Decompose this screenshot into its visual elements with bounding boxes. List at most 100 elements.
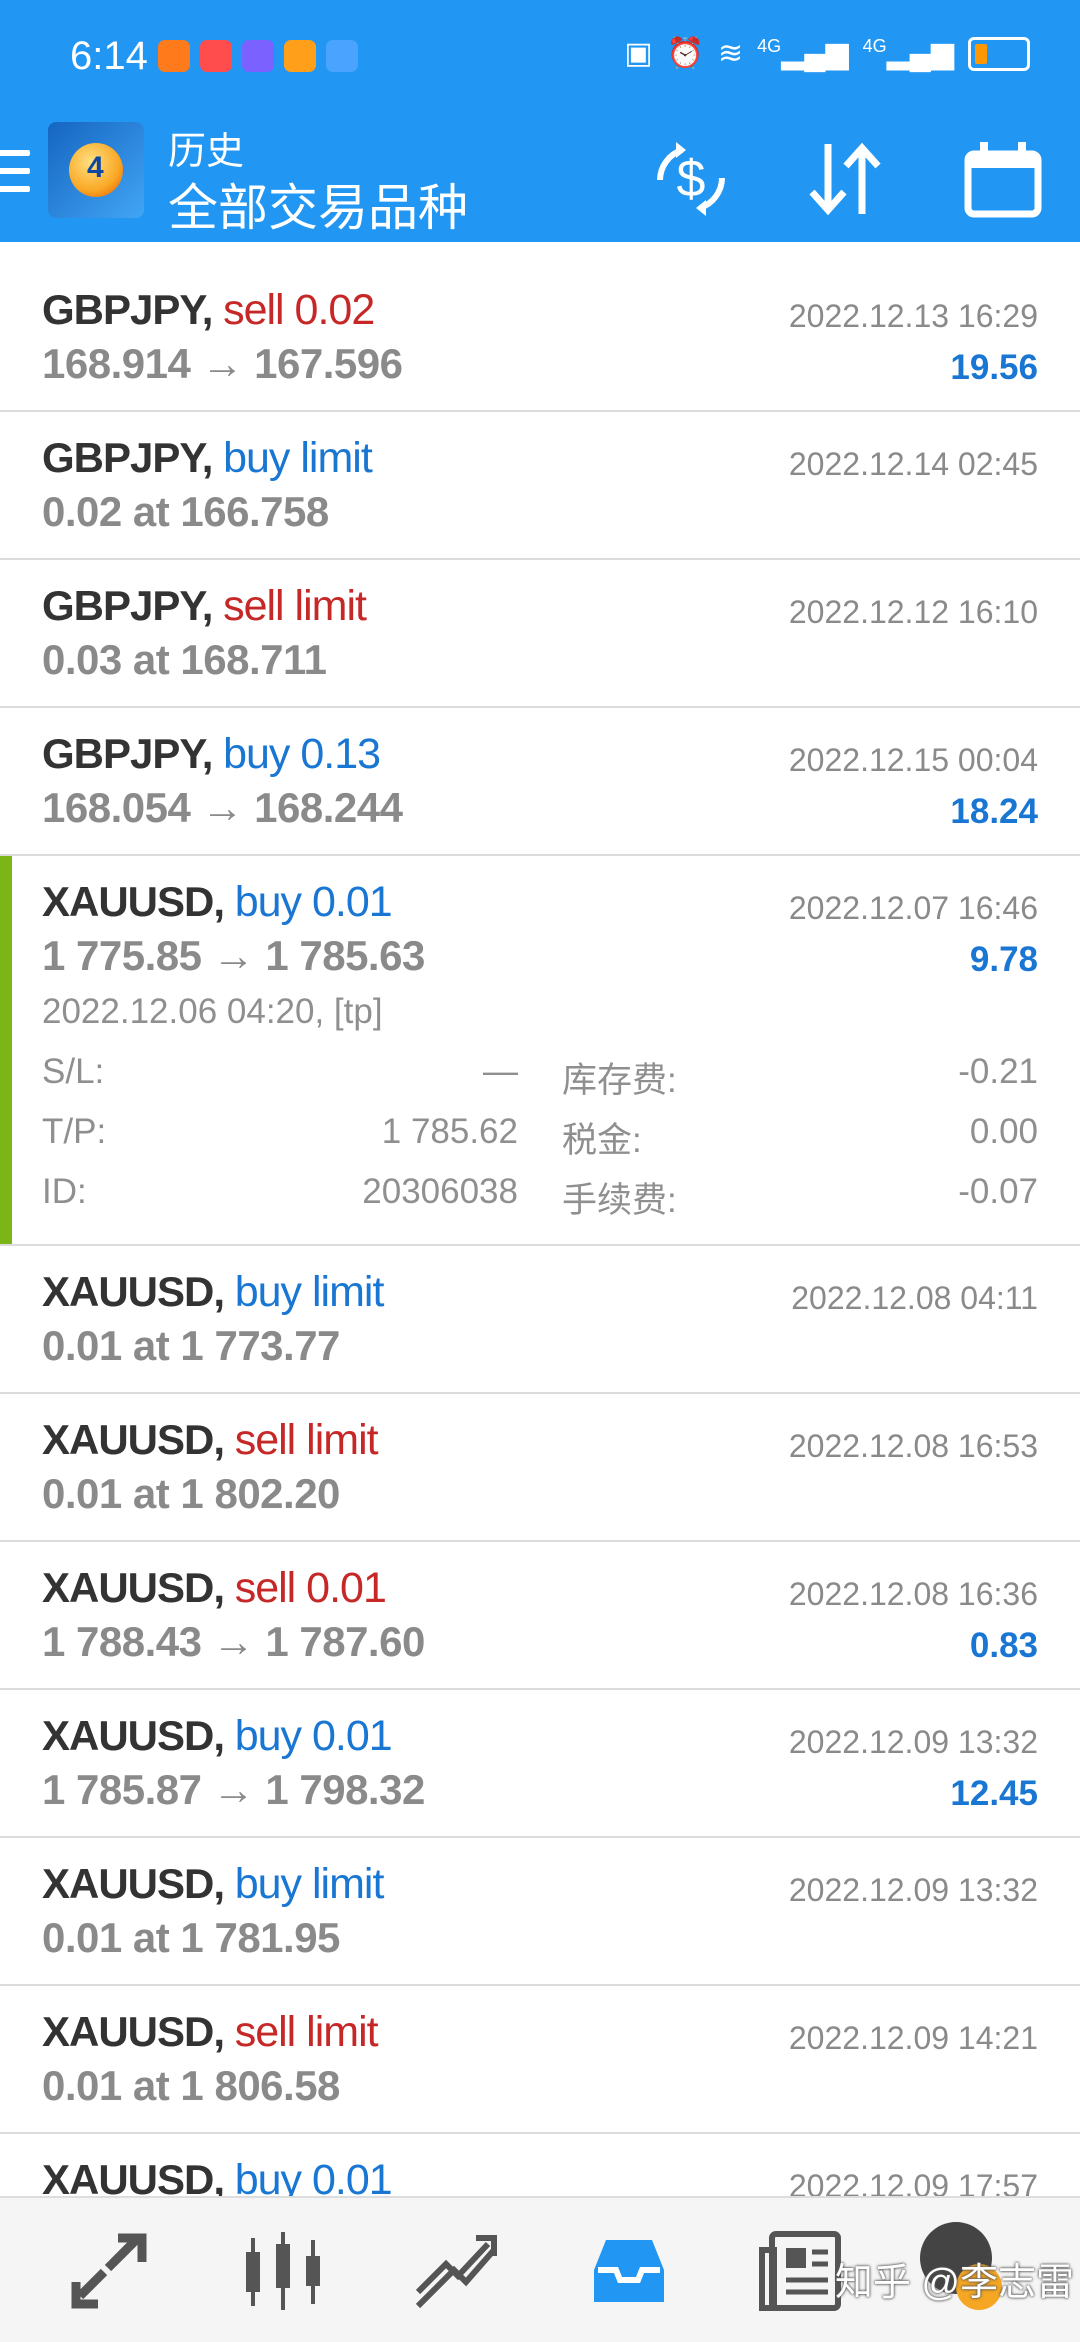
trade-profit: 19.56 [950, 348, 1038, 387]
trade-symbol: XAUUSD, [42, 1416, 225, 1463]
id-label: ID: [42, 1172, 87, 1211]
news-icon[interactable] [756, 2226, 846, 2316]
nfc-icon: ▣ [624, 37, 653, 70]
status-time: 6:14 [70, 34, 148, 78]
trade-row[interactable]: XAUUSD, buy 0.01 1 785.87 → 1 798.32 202… [0, 1690, 1080, 1838]
battery-icon [968, 36, 1030, 71]
notification-icons [158, 40, 358, 72]
trade-symbol: GBPJPY, [42, 286, 213, 333]
trade-row[interactable]: XAUUSD, buy limit 0.01 at 1 781.95 2022.… [0, 1838, 1080, 1986]
trade-side: buy limit [234, 1268, 385, 1316]
trade-price: 1 788.43 → 1 787.60 [42, 1618, 425, 1665]
trade-date: 2022.12.09 13:32 [788, 1872, 1038, 1908]
trade-price: 0.01 at 1 781.95 [42, 1914, 340, 1961]
sort-icon[interactable] [800, 134, 890, 224]
tp-label: T/P: [42, 1112, 107, 1151]
chart-icon[interactable] [238, 2226, 328, 2316]
trade-icon[interactable] [410, 2226, 500, 2316]
swap-value: -0.21 [958, 1052, 1038, 1091]
trade-profit: 12.45 [950, 1774, 1038, 1813]
trade-side: sell 0.01 [234, 1564, 387, 1612]
history-list: GBPJPY, sell 0.02 168.914 → 167.596 2022… [0, 264, 1080, 2282]
trade-row[interactable]: XAUUSD, sell 0.01 1 788.43 → 1 787.60 20… [0, 1542, 1080, 1690]
calendar-icon[interactable] [958, 134, 1048, 224]
trade-symbol: XAUUSD, [42, 1860, 225, 1907]
trade-date: 2022.12.08 16:53 [788, 1428, 1038, 1464]
trade-price: 1 785.87 → 1 798.32 [42, 1766, 425, 1813]
bottom-navigation: 知乎 @李志雷 [0, 2196, 1080, 2342]
trade-symbol: GBPJPY, [42, 582, 213, 629]
trade-side: sell 0.02 [223, 286, 375, 334]
app-notification-icon [158, 40, 190, 72]
music-notification-icon [242, 40, 274, 72]
status-bar: 6:14 ▣ ⏰ ≋ 4G▂▄▆ 4G▂▄▆ [0, 0, 1080, 120]
trade-date: 2022.12.13 16:29 [788, 298, 1038, 334]
symbol-filter[interactable]: 全部交易品种 [168, 168, 468, 240]
alarm-icon: ⏰ [666, 37, 705, 70]
trade-side: buy 0.01 [234, 1712, 393, 1760]
video-notification-icon [284, 40, 316, 72]
sl-value: — [483, 1052, 518, 1091]
trade-symbol: XAUUSD, [42, 2008, 225, 2055]
trade-price: 0.03 at 168.711 [42, 636, 327, 683]
trade-row[interactable]: XAUUSD, sell limit 0.01 at 1 802.20 2022… [0, 1394, 1080, 1542]
trade-date: 2022.12.12 16:10 [788, 594, 1038, 630]
trade-side: buy 0.01 [234, 878, 393, 926]
trade-side: buy limit [234, 1860, 385, 1908]
trade-row[interactable]: XAUUSD, buy limit 0.01 at 1 773.77 2022.… [0, 1246, 1080, 1394]
trade-side: buy 0.13 [223, 730, 381, 778]
tp-value: 1 785.62 [381, 1112, 518, 1151]
trade-side: sell limit [234, 2008, 379, 2056]
page-title: 历史 [168, 131, 245, 173]
trade-profit: 18.24 [950, 792, 1038, 831]
trade-row[interactable]: GBPJPY, buy limit 0.02 at 166.758 2022.1… [0, 412, 1080, 560]
trade-side: sell limit [234, 1416, 379, 1464]
trade-profit: 0.83 [969, 1626, 1038, 1665]
currency-exchange-icon[interactable]: $ [646, 134, 736, 224]
signal-icon-2: 4G▂▄▆ [862, 36, 954, 70]
fee-label: 手续费: [562, 1181, 677, 1220]
trade-symbol: XAUUSD, [42, 1712, 225, 1759]
trade-date: 2022.12.09 14:21 [788, 2020, 1038, 2056]
cloud-notification-icon [326, 40, 358, 72]
trade-symbol: XAUUSD, [42, 1268, 225, 1315]
trade-price: 168.914 → 167.596 [42, 340, 403, 387]
trade-price: 1 775.85 → 1 785.63 [42, 932, 425, 979]
trade-symbol: XAUUSD, [42, 878, 225, 925]
trade-row-expanded[interactable]: XAUUSD, buy 0.01 1 775.85 → 1 785.63 202… [0, 856, 1080, 1246]
quotes-icon[interactable] [66, 2226, 156, 2316]
trade-date: 2022.12.07 16:46 [788, 890, 1038, 926]
trade-price: 0.02 at 166.758 [42, 488, 329, 535]
trade-row[interactable]: GBPJPY, buy 0.13 168.054 → 168.244 2022.… [0, 708, 1080, 856]
app-bar: 历史 全部交易品种 $ [0, 120, 1080, 242]
signal-icon: 4G▂▄▆ [757, 36, 849, 70]
trade-side: buy limit [223, 434, 373, 482]
trade-symbol: GBPJPY, [42, 434, 213, 481]
svg-text:$: $ [677, 150, 706, 208]
trade-symbol: XAUUSD, [42, 1564, 225, 1611]
trade-row[interactable]: XAUUSD, sell limit 0.01 at 1 806.58 2022… [0, 1986, 1080, 2134]
trade-row[interactable]: GBPJPY, sell limit 0.03 at 168.711 2022.… [0, 560, 1080, 708]
trade-price: 0.01 at 1 802.20 [42, 1470, 340, 1517]
trade-price: 168.054 → 168.244 [42, 784, 403, 831]
swap-label: 库存费: [562, 1061, 677, 1100]
wifi-icon: ≋ [718, 37, 744, 70]
trade-date: 2022.12.15 00:04 [788, 742, 1038, 778]
book-notification-icon [200, 40, 232, 72]
fee-value: -0.07 [958, 1172, 1038, 1211]
trade-side: sell limit [223, 582, 367, 630]
open-info: 2022.12.06 04:20, [tp] [42, 992, 383, 1031]
system-icons: ▣ ⏰ ≋ 4G▂▄▆ 4G▂▄▆ [624, 36, 1030, 71]
menu-icon[interactable] [0, 150, 30, 200]
app-logo[interactable] [48, 122, 144, 218]
history-icon[interactable] [584, 2226, 674, 2316]
tax-label: 税金: [562, 1121, 642, 1160]
trade-date: 2022.12.08 04:11 [791, 1280, 1038, 1316]
trade-row[interactable]: GBPJPY, sell 0.02 168.914 → 167.596 2022… [0, 264, 1080, 412]
trade-date: 2022.12.14 02:45 [788, 446, 1038, 482]
trade-date: 2022.12.09 13:32 [788, 1724, 1038, 1760]
tax-value: 0.00 [969, 1112, 1038, 1151]
id-value: 20306038 [362, 1172, 518, 1211]
trade-date: 2022.12.08 16:36 [788, 1576, 1038, 1612]
trade-symbol: GBPJPY, [42, 730, 213, 777]
